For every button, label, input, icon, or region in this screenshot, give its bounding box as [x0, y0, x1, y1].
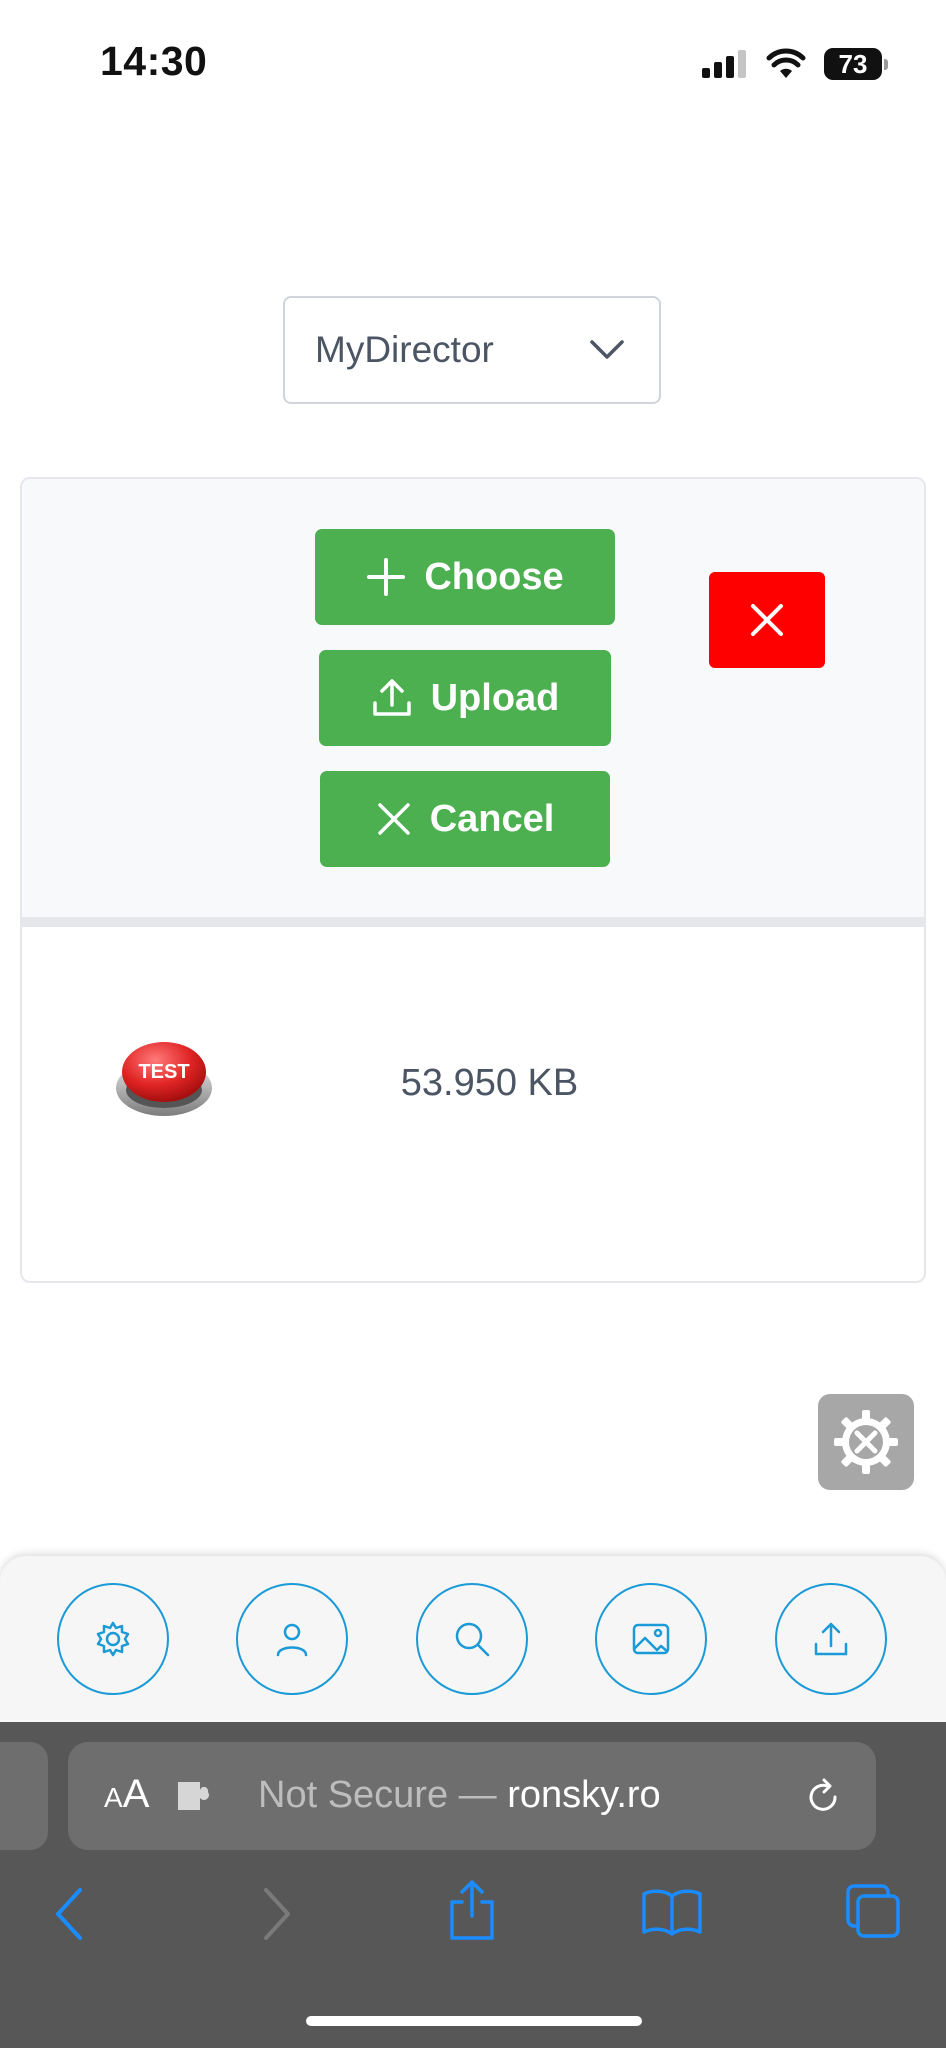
remove-file-button[interactable]: [709, 572, 825, 668]
directory-select[interactable]: MyDirector: [283, 296, 661, 404]
upload-button[interactable]: Upload: [319, 650, 611, 746]
extension-icon[interactable]: [174, 1778, 214, 1814]
toolbar-user-button[interactable]: [236, 1583, 348, 1695]
status-time: 14:30: [100, 38, 208, 84]
battery-indicator: 73: [824, 48, 888, 80]
tabs-icon[interactable]: [844, 1882, 904, 1942]
toolbar-upload-button[interactable]: [775, 1583, 887, 1695]
upload-label: Upload: [430, 676, 560, 719]
toolbar-search-button[interactable]: [416, 1583, 528, 1695]
forward-icon[interactable]: [258, 1886, 294, 1942]
close-icon: [751, 604, 783, 636]
choose-button[interactable]: Choose: [315, 529, 615, 625]
gear-tools-icon: [834, 1410, 898, 1474]
uploader-buttonbar: Choose Upload Cancel: [22, 479, 924, 917]
aa-large: A: [122, 1772, 150, 1816]
settings-icon: [96, 1621, 130, 1657]
cancel-button[interactable]: Cancel: [320, 771, 610, 867]
reader-options-button[interactable]: AA: [104, 1772, 149, 1817]
address-bar[interactable]: AA Not Secure — ronsky.ro: [68, 1742, 876, 1850]
file-thumbnail: TEST: [116, 1042, 212, 1116]
file-thumbnail-text: TEST: [138, 1061, 189, 1083]
toolbar-image-button[interactable]: [595, 1583, 707, 1695]
bottom-toolbar: [0, 1556, 946, 1722]
url-security-prefix: Not Secure —: [258, 1774, 497, 1816]
wifi-icon: [766, 48, 806, 78]
plus-icon: [367, 558, 406, 596]
share-icon[interactable]: [444, 1878, 500, 1942]
chevron-down-icon: [590, 340, 624, 359]
aa-small: A: [104, 1782, 123, 1813]
reload-icon[interactable]: [802, 1776, 844, 1818]
directory-select-value: MyDirector: [315, 329, 494, 370]
previous-tab-preview[interactable]: [0, 1742, 48, 1850]
status-indicators: 73: [702, 44, 888, 84]
back-icon[interactable]: [52, 1886, 88, 1942]
tools-settings-button[interactable]: [818, 1394, 914, 1490]
user-icon: [276, 1623, 308, 1657]
choose-label: Choose: [424, 555, 564, 598]
upload-icon: [372, 679, 411, 716]
url-domain: ronsky.ro: [507, 1774, 661, 1816]
file-size: 53.950 KB: [400, 1062, 579, 1104]
home-indicator: [306, 2016, 642, 2026]
bookmarks-icon[interactable]: [640, 1886, 704, 1938]
image-icon: [632, 1623, 670, 1655]
url-text: Not Secure — ronsky.ro: [258, 1774, 661, 1817]
close-icon: [377, 803, 410, 835]
upload-icon: [814, 1622, 848, 1656]
signal-icon: [702, 50, 746, 78]
cancel-label: Cancel: [429, 797, 555, 840]
file-row: TEST 53.950 KB: [22, 927, 924, 1281]
uploader-divider: [22, 917, 924, 927]
browser-chrome: AA Not Secure — ronsky.ro: [0, 1722, 946, 2048]
search-icon: [455, 1622, 490, 1657]
toolbar-settings-button[interactable]: [57, 1583, 169, 1695]
